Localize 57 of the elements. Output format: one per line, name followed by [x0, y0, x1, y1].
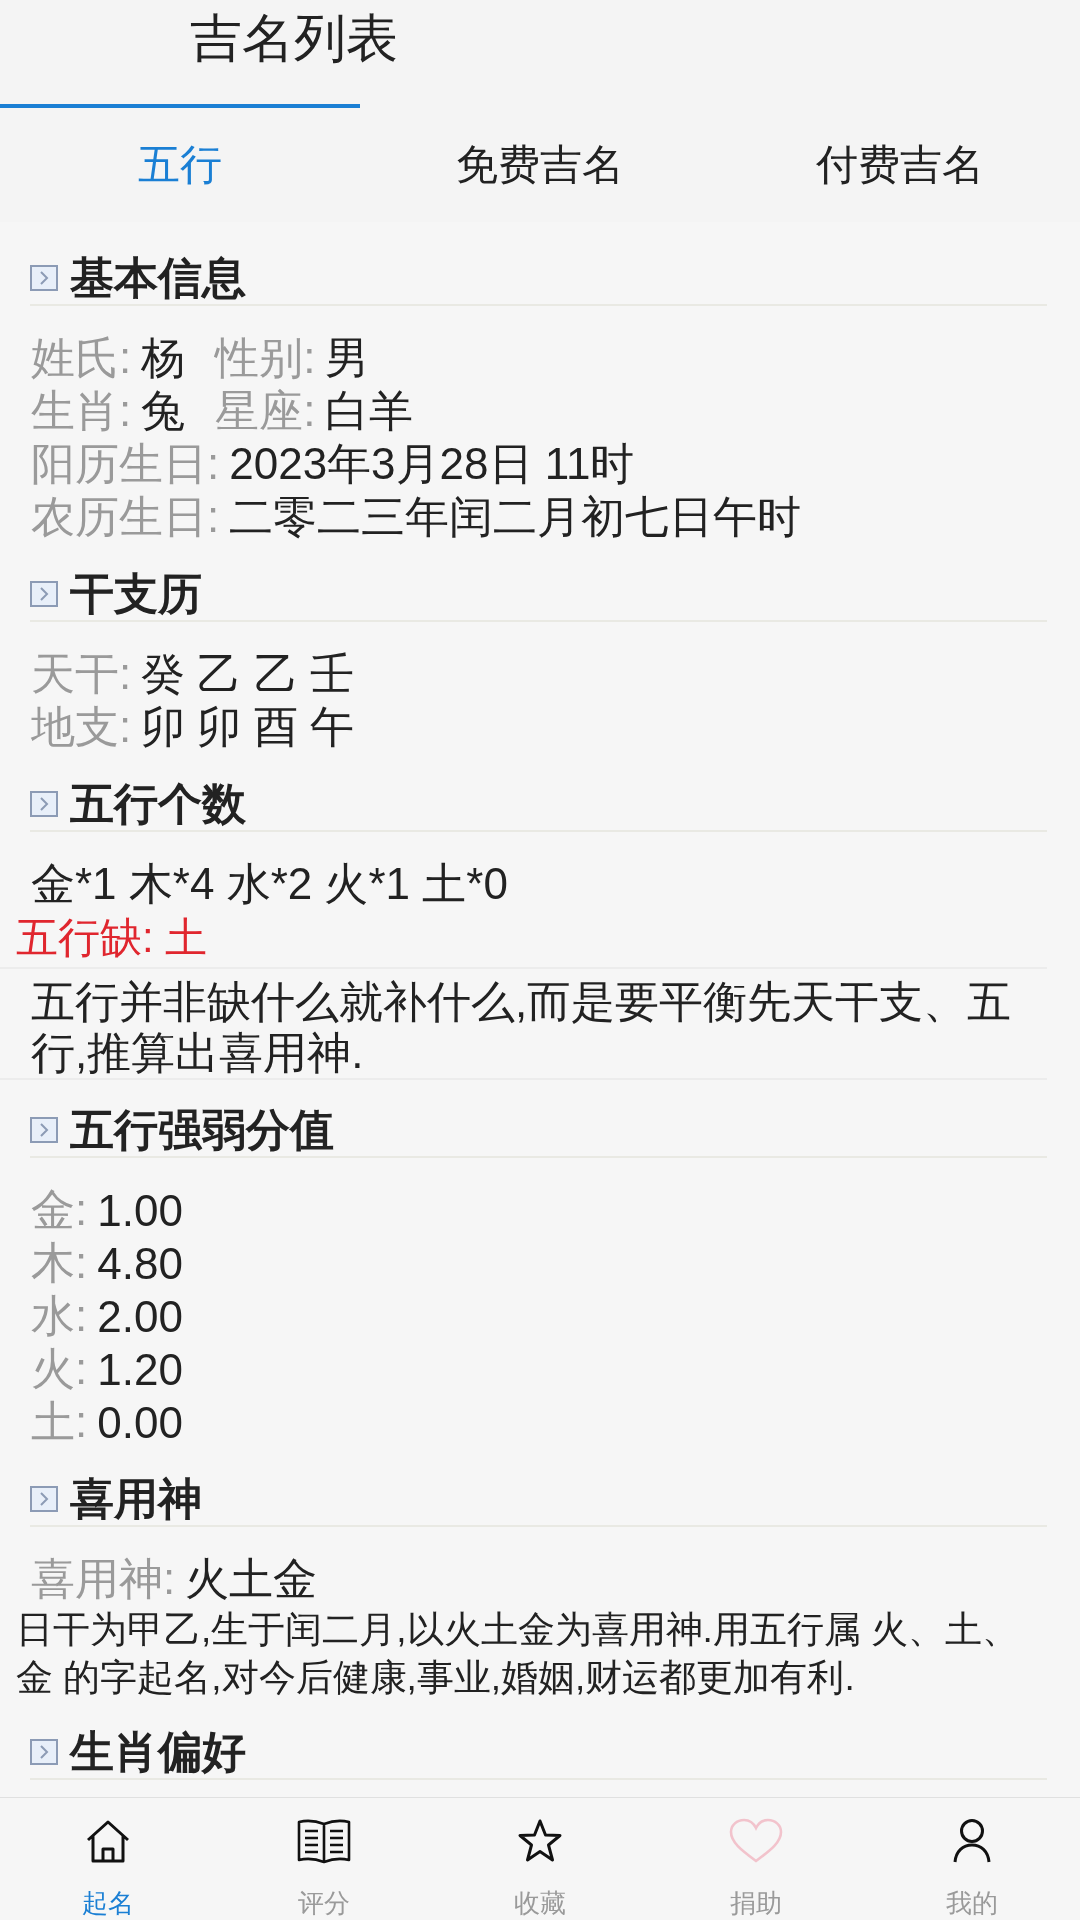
nav-item[interactable]: 评分: [216, 1798, 432, 1920]
field-value: 2023年3月28日 11时: [229, 438, 635, 490]
field-label: 金:: [31, 1184, 88, 1236]
section-title: 五行强弱分值: [70, 1104, 334, 1156]
field-value: 2.00: [97, 1291, 183, 1342]
field-label: 星座:: [215, 385, 316, 437]
section-title: 五行个数: [70, 778, 246, 830]
field-label: 土:: [31, 1396, 88, 1448]
field-value: 卯 卯 酉 午: [141, 701, 354, 753]
user-icon: [953, 1818, 991, 1864]
section-title: 生肖偏好: [70, 1726, 246, 1778]
field-value: 0.00: [97, 1397, 183, 1448]
field-value: 杨: [141, 332, 186, 384]
field-value: 4.80: [97, 1238, 183, 1289]
field-value: 二零二三年闰二月初七日午时: [229, 491, 802, 543]
section-title: 基本信息: [70, 252, 246, 304]
field-label: 木:: [31, 1237, 88, 1289]
warning-text: 五行缺: 土: [16, 912, 208, 963]
count-text: 金*1 木*4 水*2 火*1 土*0: [31, 858, 508, 910]
field-label: 农历生日:: [31, 491, 220, 543]
chevron-square-icon: [30, 1486, 58, 1512]
description-text: 日干为甲乙,生于闰二月,以火土金为喜用神.用五行属 火、土、金 的字起名,对今后健康,事业,婚姻,财运都更加有利.: [15, 1608, 1021, 1700]
field-label: 喜用神:: [31, 1553, 176, 1605]
chevron-square-icon: [30, 581, 58, 607]
tab[interactable]: 付费吉名: [720, 104, 1080, 222]
note-text: 五行并非缺什么就补什么,而是要平衡先天干支、五行,推算出喜用神.: [31, 976, 1013, 1078]
field-value: 1.00: [97, 1185, 183, 1236]
section-title: 喜用神: [70, 1473, 202, 1525]
field-label: 生肖:: [31, 385, 132, 437]
nav-item[interactable]: 捐助: [648, 1798, 864, 1920]
field-label: 姓氏:: [31, 332, 132, 384]
field-value: 白羊: [325, 385, 414, 437]
chevron-square-icon: [30, 1739, 58, 1765]
nav-item[interactable]: 起名: [0, 1798, 216, 1920]
book-icon: [297, 1818, 351, 1864]
chevron-square-icon: [30, 791, 58, 817]
tab[interactable]: 免费吉名: [360, 104, 720, 222]
field-label: 地支:: [31, 701, 132, 753]
star-icon: [517, 1818, 563, 1864]
field-value: 兔: [141, 385, 186, 437]
field-label: 阳历生日:: [31, 438, 220, 490]
field-value: 男: [325, 332, 370, 384]
section-title: 干支历: [70, 568, 202, 620]
nav-item[interactable]: 我的: [864, 1798, 1080, 1920]
heart-icon: [729, 1818, 783, 1864]
chevron-square-icon: [30, 265, 58, 291]
page-title: 吉名列表: [190, 8, 398, 68]
field-label: 火:: [31, 1343, 88, 1395]
field-value: 1.20: [97, 1344, 183, 1395]
chevron-square-icon: [30, 1117, 58, 1143]
field-label: 天干:: [31, 648, 132, 700]
nav-item[interactable]: 收藏: [432, 1798, 648, 1920]
home-icon: [85, 1818, 131, 1864]
field-value: 火土金: [185, 1553, 318, 1605]
field-label: 水:: [31, 1290, 88, 1342]
field-value: 癸 乙 乙 壬: [141, 648, 354, 700]
field-label: 性别:: [215, 332, 316, 384]
